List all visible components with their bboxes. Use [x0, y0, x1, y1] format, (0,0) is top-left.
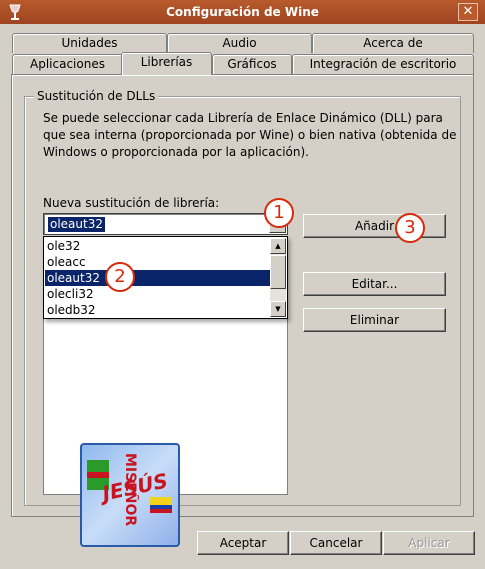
tab-librerias[interactable]: Librerías [121, 52, 212, 75]
tab-acerca-de[interactable]: Acerca de [312, 33, 474, 53]
tab-aplicaciones[interactable]: Aplicaciones [12, 54, 123, 74]
callout-2: 2 [105, 262, 135, 292]
close-icon[interactable]: ✕ [458, 3, 478, 21]
arrow-up-icon[interactable]: ▲ [270, 238, 286, 254]
group-description: Se puede seleccionar cada Librería de En… [43, 111, 457, 159]
tab-integracion-escritorio[interactable]: Integración de escritorio [292, 54, 474, 74]
combo-value[interactable]: oleaut32 [48, 217, 105, 232]
dropdown-item-oleaut32[interactable]: oleaut32 [45, 270, 271, 286]
dropdown-item-olecli32[interactable]: olecli32 [45, 286, 271, 302]
scrollbar-thumb[interactable] [270, 255, 286, 289]
tab-audio[interactable]: Audio [167, 33, 312, 53]
callout-3: 3 [395, 213, 425, 243]
dropdown-scrollbar[interactable]: ▲ ▼ [270, 238, 286, 317]
apply-button[interactable]: Aplicar [383, 531, 475, 555]
tab-graficos[interactable]: Gráficos [212, 54, 292, 74]
window-title: Configuración de Wine [166, 5, 319, 19]
arrow-down-icon[interactable]: ▼ [270, 301, 286, 317]
library-dropdown[interactable]: ole32 oleacc oleaut32 olecli32 oledb32 ▲… [43, 236, 288, 319]
edit-button[interactable]: Editar... [303, 272, 446, 296]
tab-unidades[interactable]: Unidades [12, 33, 167, 53]
dropdown-item-oleacc[interactable]: oleacc [45, 254, 271, 270]
group-legend: Sustitución de DLLs [34, 88, 159, 104]
dropdown-item-oledb32[interactable]: oledb32 [45, 302, 271, 318]
watermark-logo: MISEÑOR JESÚS [80, 443, 180, 547]
dropdown-item-ole32[interactable]: ole32 [45, 238, 271, 254]
callout-1: 1 [264, 198, 294, 228]
flag-icon [150, 497, 172, 513]
accept-button[interactable]: Aceptar [197, 531, 289, 555]
combo-label: Nueva sustitución de librería: [43, 196, 220, 210]
cancel-button[interactable]: Cancelar [290, 531, 382, 555]
library-combo[interactable]: oleaut32 ▼ [43, 213, 288, 235]
remove-button[interactable]: Eliminar [303, 308, 446, 332]
